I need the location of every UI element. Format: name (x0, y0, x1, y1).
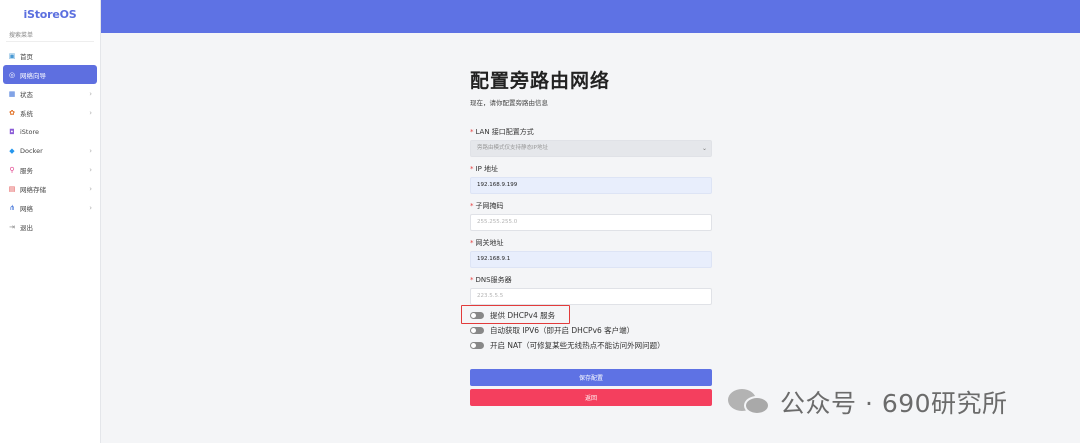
sidebar-item-label: Docker (20, 146, 43, 155)
chevron-down-icon: ⌄ (701, 145, 707, 152)
ip-address-field: * IP 地址 192.168.9.199 (470, 163, 712, 194)
dns-field: * DNS服务器 223.5.5.5 (470, 274, 712, 305)
chevron-right-icon: › (89, 203, 92, 212)
sidebar-item-label: 首页 (20, 52, 33, 61)
dhcpv4-toggle[interactable] (470, 312, 484, 319)
sidebar-item-label: 服务 (20, 166, 33, 175)
dns-input[interactable]: 223.5.5.5 (470, 288, 712, 305)
field-label: * 子网掩码 (470, 202, 504, 210)
wechat-icon (728, 389, 772, 415)
field-label: * IP 地址 (470, 165, 499, 173)
chevron-right-icon: › (89, 165, 92, 174)
store-icon: ◘ (9, 127, 15, 136)
ip-address-input[interactable]: 192.168.9.199 (470, 177, 712, 194)
toggle-label: 提供 DHCPv4 服务 (490, 311, 556, 320)
sidebar-item-label: 退出 (20, 223, 33, 232)
sidebar-menu: ▣ 首页 ◎ 网络向导 ▦ 状态 › ✿ 系统 › ◘ iStore ◆ Doc… (0, 46, 100, 236)
system-icon: ✿ (9, 108, 15, 117)
gateway-input[interactable]: 192.168.9.1 (470, 251, 712, 268)
storage-icon: ▤ (8, 184, 16, 193)
wizard-icon: ◎ (8, 70, 16, 79)
status-icon: ▦ (8, 89, 16, 98)
sidebar-item-network-storage[interactable]: ▤ 网络存储 › (0, 179, 100, 198)
nat-toggle-row: 开启 NAT（可修复某些无线热点不能访问外网问题） (470, 340, 665, 351)
lan-mode-field: * LAN 接口配置方式 旁路由模式仅支持静态IP地址 ⌄ (470, 126, 712, 157)
netmask-input[interactable]: 255.255.255.0 (470, 214, 712, 231)
top-header-bar (101, 0, 1080, 33)
field-label: * LAN 接口配置方式 (470, 128, 534, 136)
required-mark: * (470, 276, 474, 284)
sidebar-item-label: 网络向导 (20, 71, 46, 80)
page-header: 配置旁路由网络 现在，请你配置旁路由信息 (470, 66, 715, 107)
sidebar-item-istore[interactable]: ◘ iStore (0, 122, 100, 141)
sidebar-item-status[interactable]: ▦ 状态 › (0, 84, 100, 103)
toggle-label: 自动获取 IPV6（即开启 DHCPv6 客户端） (490, 326, 635, 335)
watermark-text: 公众号 · 690研究所 (780, 389, 1008, 418)
save-config-button[interactable]: 保存配置 (470, 369, 712, 386)
required-mark: * (470, 165, 474, 173)
docker-icon: ◆ (9, 146, 15, 155)
chevron-right-icon: › (89, 146, 92, 155)
sidebar-item-label: 状态 (20, 90, 33, 99)
app-logo: iStoreOS (23, 7, 77, 21)
sidebar-item-docker[interactable]: ◆ Docker › (0, 141, 100, 160)
ipv6-toggle-row: 自动获取 IPV6（即开启 DHCPv6 客户端） (470, 325, 634, 336)
dhcpv4-toggle-row: 提供 DHCPv4 服务 (470, 310, 555, 321)
chevron-right-icon: › (89, 108, 92, 117)
nat-toggle[interactable] (470, 342, 484, 349)
sidebar: iStoreOS 搜索菜单 ▣ 首页 ◎ 网络向导 ▦ 状态 › ✿ 系统 › … (0, 0, 101, 443)
menu-search-input[interactable]: 搜索菜单 (6, 30, 94, 42)
chevron-right-icon: › (89, 89, 92, 98)
sidebar-item-network-wizard[interactable]: ◎ 网络向导 (3, 65, 97, 84)
sidebar-item-logout[interactable]: ⇥ 退出 (0, 217, 100, 236)
netmask-field: * 子网掩码 255.255.255.0 (470, 200, 712, 231)
network-icon: ⋔ (9, 203, 15, 212)
gateway-field: * 网关地址 192.168.9.1 (470, 237, 712, 268)
home-icon: ▣ (8, 51, 16, 60)
field-label: * 网关地址 (470, 239, 504, 247)
required-mark: * (470, 128, 474, 136)
back-button[interactable]: 返回 (470, 389, 712, 406)
sidebar-item-label: 网络 (20, 204, 33, 213)
toggle-label: 开启 NAT（可修复某些无线热点不能访问外网问题） (490, 341, 665, 350)
sidebar-item-services[interactable]: ⚲ 服务 › (0, 160, 100, 179)
sidebar-item-label: 网络存储 (20, 185, 46, 194)
sidebar-item-system[interactable]: ✿ 系统 › (0, 103, 100, 122)
sidebar-item-label: 系统 (20, 109, 33, 118)
watermark: 公众号 · 690研究所 (728, 384, 1008, 420)
chevron-right-icon: › (89, 184, 92, 193)
required-mark: * (470, 202, 474, 210)
service-icon: ⚲ (9, 165, 15, 174)
logout-icon: ⇥ (9, 222, 15, 231)
page-subtitle: 现在，请你配置旁路由信息 (470, 99, 548, 107)
required-mark: * (470, 239, 474, 247)
field-label: * DNS服务器 (470, 276, 512, 284)
sidebar-item-label: iStore (20, 127, 39, 136)
ipv6-toggle[interactable] (470, 327, 484, 334)
sidebar-item-home[interactable]: ▣ 首页 (0, 46, 100, 65)
lan-mode-select[interactable]: 旁路由模式仅支持静态IP地址 ⌄ (470, 140, 712, 157)
sidebar-item-network[interactable]: ⋔ 网络 › (0, 198, 100, 217)
page-title: 配置旁路由网络 (470, 70, 611, 92)
